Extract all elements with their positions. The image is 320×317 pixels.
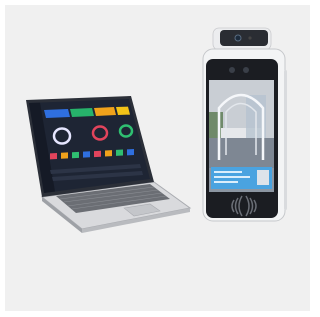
dashboard-card-3 [94,107,116,116]
dashboard-card-2 [70,108,94,117]
camera-led-icon [248,36,252,40]
sensor-icon [243,67,249,73]
laptop [26,96,192,233]
camera-module-face [220,30,268,46]
sensor-icon [229,67,235,73]
camera-lens-icon [234,34,242,42]
terminal-side-edge [284,70,287,210]
dashboard-card-4 [116,106,130,115]
dashboard-card-1 [44,109,70,118]
face-recognition-terminal [202,27,287,222]
info-photo [257,170,269,185]
office-window [209,112,223,138]
product-illustration [26,27,287,233]
